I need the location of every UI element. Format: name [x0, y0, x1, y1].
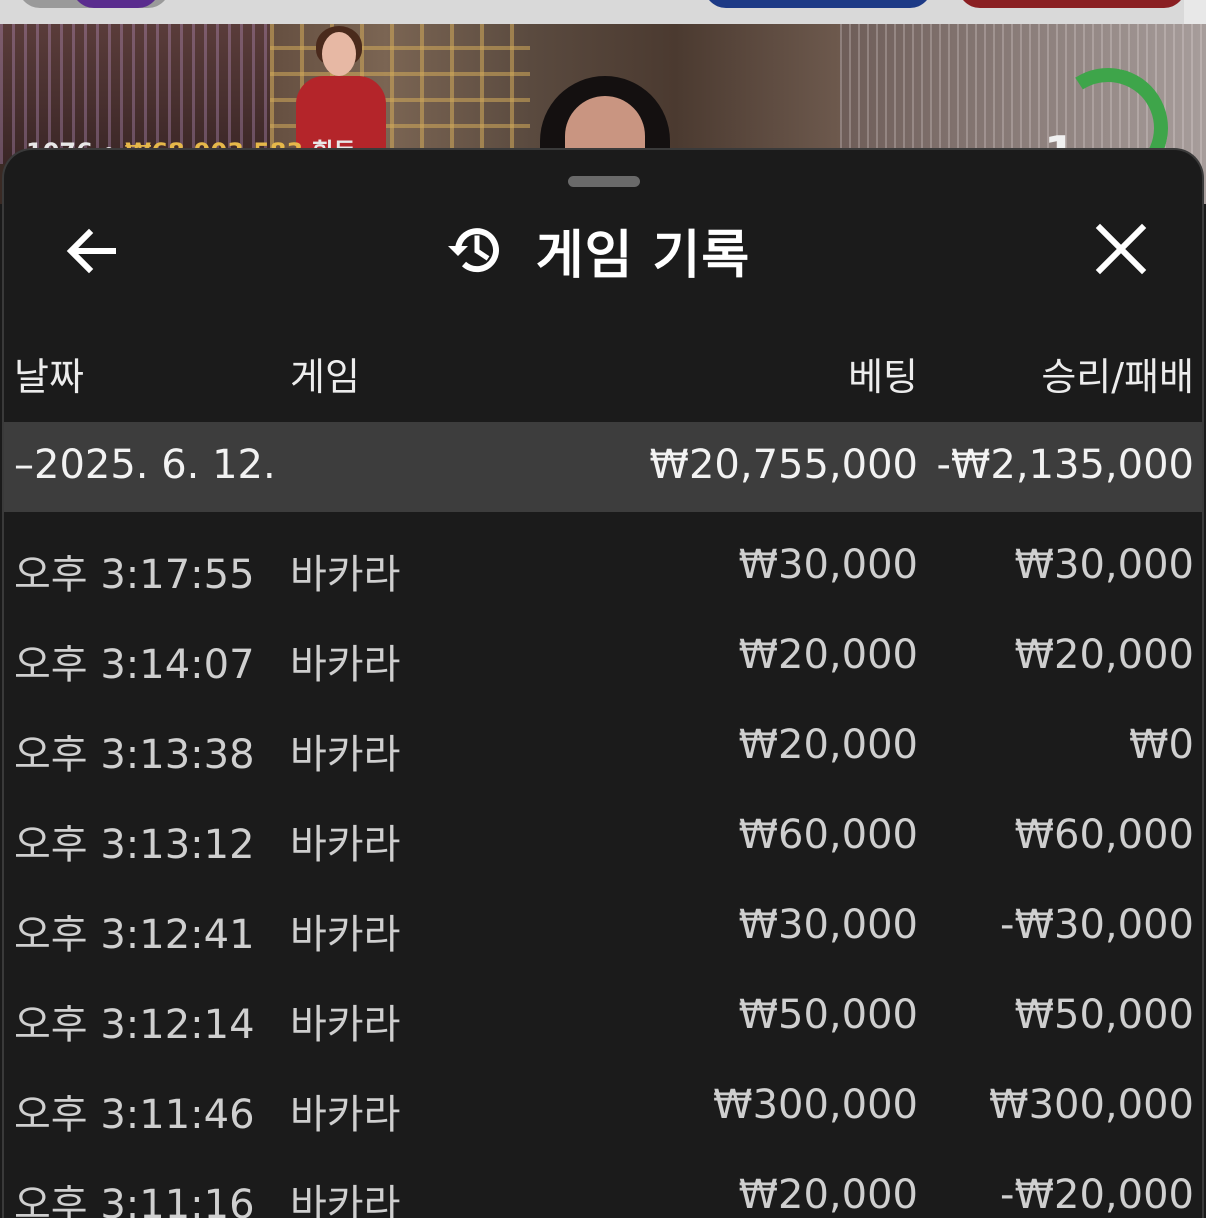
row-bet: ₩50,000 [738, 992, 918, 1038]
row-time: 오후 3:17:55 [14, 552, 255, 598]
header-win-loss: 승리/패배 [1041, 355, 1194, 399]
date-group-total-win-loss: -₩2,135,000 [936, 442, 1194, 488]
table-row[interactable]: 오후 3:12:14 바카라 ₩50,000 ₩50,000 [4, 962, 1202, 1052]
row-game: 바카라 [290, 552, 401, 598]
table-row[interactable]: 오후 3:14:07 바카라 ₩20,000 ₩20,000 [4, 602, 1202, 692]
row-game: 바카라 [290, 732, 401, 778]
row-bet: ₩60,000 [738, 812, 918, 858]
table-row[interactable]: 오후 3:11:46 바카라 ₩300,000 ₩300,000 [4, 1052, 1202, 1142]
header-date: 날짜 [14, 355, 84, 399]
row-bet: ₩30,000 [738, 542, 918, 588]
sheet-title: 게임 기록 [535, 225, 751, 286]
row-time: 오후 3:14:07 [14, 642, 255, 688]
row-time: 오후 3:13:38 [14, 732, 255, 778]
row-bet: ₩20,000 [738, 632, 918, 678]
row-win-loss: ₩60,000 [1014, 812, 1194, 858]
sheet-drag-handle[interactable] [568, 176, 640, 187]
row-time: 오후 3:11:46 [14, 1092, 255, 1138]
header-bet: 베팅 [848, 355, 918, 399]
top-edge [1184, 0, 1206, 24]
row-game: 바카라 [290, 912, 401, 958]
row-time: 오후 3:13:12 [14, 822, 255, 868]
table-row[interactable]: 오후 3:17:55 바카라 ₩30,000 ₩30,000 [4, 512, 1202, 602]
row-bet: ₩20,000 [738, 722, 918, 768]
table-row[interactable]: 오후 3:12:41 바카라 ₩30,000 -₩30,000 [4, 872, 1202, 962]
table-row[interactable]: 오후 3:13:38 바카라 ₩20,000 ₩0 [4, 692, 1202, 782]
date-group-row[interactable]: –2025. 6. 12. ₩20,755,000 -₩2,135,000 [4, 422, 1202, 512]
row-time: 오후 3:12:41 [14, 912, 255, 958]
date-group-label: –2025. 6. 12. [14, 442, 276, 488]
player-bet-button[interactable] [704, 0, 932, 8]
row-game: 바카라 [290, 642, 401, 688]
row-win-loss: ₩30,000 [1014, 542, 1194, 588]
row-win-loss: ₩50,000 [1014, 992, 1194, 1038]
row-game: 바카라 [290, 1002, 401, 1048]
background-dealer-head [322, 32, 356, 76]
table-header: 날짜 게임 베팅 승리/패배 [4, 346, 1202, 402]
close-button[interactable] [1086, 214, 1156, 284]
banker-bet-button[interactable] [958, 0, 1186, 8]
row-time: 오후 3:11:16 [14, 1182, 255, 1218]
row-game: 바카라 [290, 1182, 401, 1218]
row-game: 바카라 [290, 1092, 401, 1138]
row-win-loss: -₩30,000 [1000, 902, 1194, 948]
row-win-loss: ₩20,000 [1014, 632, 1194, 678]
table-row[interactable]: 오후 3:11:16 바카라 ₩20,000 -₩20,000 [4, 1142, 1202, 1218]
sheet-header: 게임 기록 [4, 214, 1202, 286]
row-bet: ₩300,000 [713, 1082, 918, 1128]
row-win-loss: -₩20,000 [1000, 1172, 1194, 1218]
close-icon [1095, 223, 1147, 275]
date-group-total-bet: ₩20,755,000 [649, 442, 918, 488]
game-top-bar [0, 0, 1206, 24]
history-icon [447, 228, 499, 273]
row-bet: ₩20,000 [738, 1172, 918, 1218]
header-game: 게임 [290, 355, 360, 399]
row-win-loss: ₩0 [1129, 722, 1194, 768]
row-game: 바카라 [290, 822, 401, 868]
game-history-sheet: 게임 기록 날짜 게임 베팅 승리/패배 –2025. 6. 12. ₩20,7… [2, 148, 1204, 1218]
table-row[interactable]: 오후 3:13:12 바카라 ₩60,000 ₩60,000 [4, 782, 1202, 872]
row-bet: ₩30,000 [738, 902, 918, 948]
history-rows: 오후 3:17:55 바카라 ₩30,000 ₩30,000 오후 3:14:0… [4, 512, 1202, 1218]
row-win-loss: ₩300,000 [989, 1082, 1194, 1128]
row-time: 오후 3:12:14 [14, 1002, 255, 1048]
